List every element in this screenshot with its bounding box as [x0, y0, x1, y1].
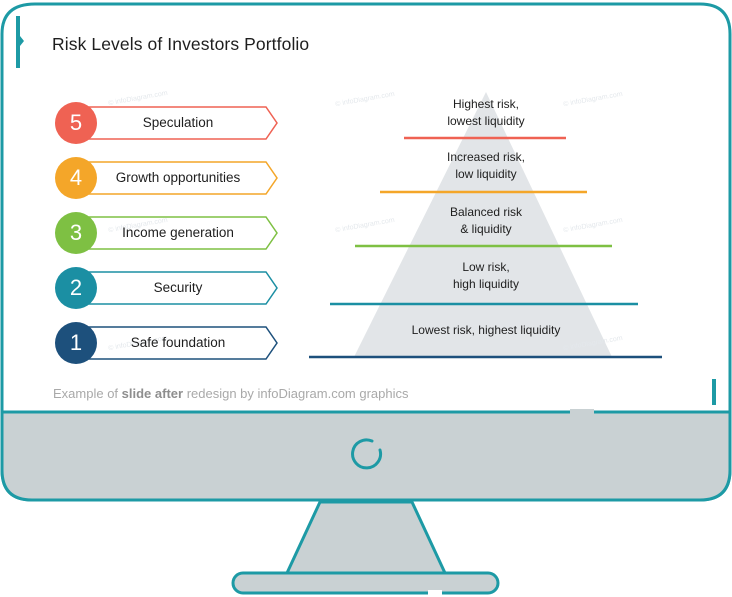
footer-caption: Example of slide after redesign by infoD…	[53, 386, 409, 401]
monitor-bezel	[0, 410, 732, 502]
scroll-indicator[interactable]	[712, 379, 716, 405]
pyramid-tier-5-label: Lowest risk, highest liquidity	[366, 322, 606, 339]
tier-line: low liquidity	[455, 167, 517, 181]
pyramid-tier-1-label: Highest risk, lowest liquidity	[366, 96, 606, 130]
level-1-badge: 1	[55, 322, 97, 364]
footer-suffix: redesign by infoDiagram.com graphics	[183, 386, 409, 401]
level-5-label: Speculation	[142, 115, 214, 130]
title-accent-bar	[16, 16, 20, 68]
pyramid-tier-3-label: Balanced risk & liquidity	[366, 204, 606, 238]
level-3-label: Income generation	[122, 225, 234, 240]
level-2-label: Security	[153, 280, 203, 295]
level-4-badge: 4	[55, 157, 97, 199]
level-1-label: Safe foundation	[130, 335, 226, 350]
tier-line: Low risk,	[462, 260, 510, 274]
tier-line: Highest risk,	[452, 97, 520, 111]
tier-line: & liquidity	[460, 222, 512, 236]
pyramid-tier-2-label: Increased risk, low liquidity	[366, 149, 606, 183]
slide-title: Risk Levels of Investors Portfolio	[52, 34, 310, 54]
level-4-label: Growth opportunities	[115, 170, 241, 185]
tier-line: Balanced risk	[449, 205, 523, 219]
level-3-badge: 3	[55, 212, 97, 254]
level-5-badge: 5	[55, 102, 97, 144]
tier-line: high liquidity	[452, 277, 520, 291]
monitor-stand	[284, 500, 448, 575]
monitor-base	[231, 571, 500, 595]
tier-line: Increased risk,	[446, 150, 526, 164]
tier-line: Lowest risk, highest liquidity	[411, 323, 561, 337]
pyramid-tier-4-label: Low risk, high liquidity	[366, 259, 606, 293]
bezel-gap	[570, 409, 594, 415]
footer-prefix: Example of	[53, 386, 122, 401]
base-gap	[428, 590, 442, 596]
tier-line: lowest liquidity	[447, 114, 525, 128]
footer-bold: slide after	[121, 386, 184, 401]
level-2-badge: 2	[55, 267, 97, 309]
